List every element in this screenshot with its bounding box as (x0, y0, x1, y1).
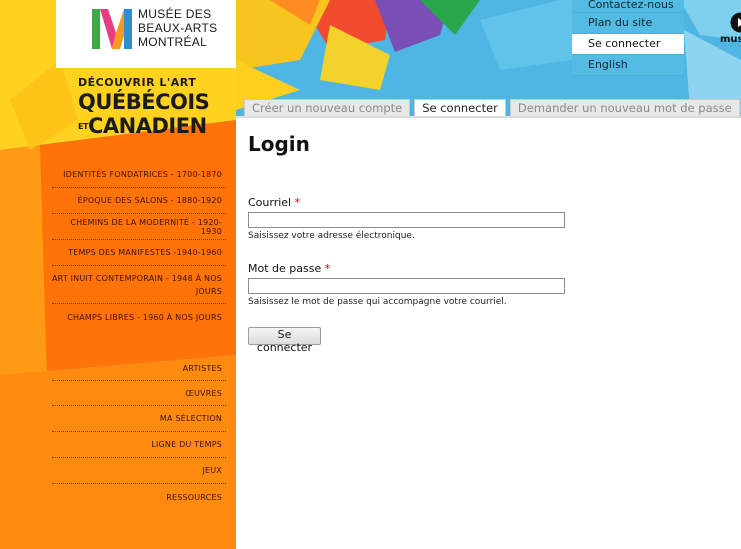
main-content: Login Courriel * Saisissez votre adresse… (236, 116, 741, 549)
tab-login[interactable]: Se connecter (414, 99, 506, 116)
email-field[interactable] (248, 212, 565, 228)
nav-item-art-inuit[interactable]: Art inuit contemporain - 1948 à nos jour… (52, 266, 226, 304)
museum-logo[interactable]: MUSÉE DES BEAUX-ARTS MONTRÉAL (56, 0, 236, 68)
tagline-line-2: QUÉBÉCOIS (78, 90, 210, 114)
nav-item-identites-fondatrices[interactable]: Identités fondatrices - 1700-1870 (52, 162, 226, 188)
partner-logo-text: mus (720, 34, 741, 45)
partner-logo[interactable]: mus (720, 12, 741, 45)
tagline-canadien: CANADIEN (88, 114, 207, 138)
museum-name: MUSÉE DES BEAUX-ARTS MONTRÉAL (138, 7, 217, 49)
site-tagline[interactable]: DÉCOUVRIR L'ART QUÉBÉCOIS ETCANADIEN (78, 76, 228, 138)
top-link-contact[interactable]: Contactez-nous (572, 0, 684, 13)
tab-create-account[interactable]: Créer un nouveau compte (244, 99, 411, 116)
nav-item-chemins-de-la-modernite[interactable]: Chemins de la modernité - 1920-1930 (52, 214, 226, 240)
required-marker: * (324, 262, 331, 275)
nav-item-label: Temps des manifestes -1940-1960 (68, 248, 222, 257)
logo-line-1: MUSÉE DES (138, 7, 212, 21)
email-help: Saisissez votre adresse électronique. (248, 231, 415, 241)
tagline-line-3: ETCANADIEN (78, 114, 228, 138)
nav-item-jeux[interactable]: Jeux (52, 458, 226, 484)
logo-line-3: MONTRÉAL (138, 35, 208, 49)
password-label-text: Mot de passe (248, 262, 322, 275)
nav-item-label: Œuvres (185, 388, 222, 398)
password-field[interactable] (248, 278, 565, 294)
nav-item-artistes[interactable]: Artistes (52, 356, 226, 381)
nav-item-label: Identités fondatrices - 1700-1870 (63, 170, 222, 179)
nav-item-ma-selection[interactable]: Ma sélection (52, 406, 226, 432)
login-button[interactable]: Se connecter (248, 327, 321, 354)
nav-item-label: Art inuit contemporain - 1948 à nos jour… (52, 273, 222, 296)
nav-item-label: Époque des Salons - 1880-1920 (77, 196, 222, 205)
email-label-text: Courriel (248, 196, 292, 209)
tab-new-password[interactable]: Demander un nouveau mot de passe (509, 99, 740, 116)
top-link-se-connecter[interactable]: Se connecter (572, 34, 684, 55)
nav-item-label: Ma sélection (159, 414, 222, 423)
tools-navigation: Artistes Œuvres Ma sélection Ligne du te… (52, 356, 226, 510)
nav-item-temps-des-manifestes[interactable]: Temps des manifestes -1940-1960 (52, 240, 226, 266)
account-tabs: Créer un nouveau compte Se connecter Dem… (244, 99, 741, 116)
top-links: Contactez-nous Plan du site Se connecter… (572, 0, 684, 76)
mbam-logo-icon (92, 9, 132, 49)
nav-item-label: Champs libres - 1960 à nos jours (67, 312, 222, 322)
sidebar: MUSÉE DES BEAUX-ARTS MONTRÉAL DÉCOUVRIR … (0, 0, 236, 549)
nav-item-ressources[interactable]: Ressources (52, 484, 226, 510)
tagline-line-1: DÉCOUVRIR L'ART (78, 76, 197, 89)
play-circle-icon (730, 12, 741, 33)
required-marker: * (294, 196, 301, 209)
tagline-et: ET (78, 122, 88, 131)
nav-item-label: Ligne du temps (151, 440, 222, 449)
nav-item-epoque-des-salons[interactable]: Époque des Salons - 1880-1920 (52, 188, 226, 214)
nav-item-label: Artistes (182, 363, 222, 373)
nav-item-champs-libres[interactable]: Champs libres - 1960 à nos jours (52, 304, 226, 330)
nav-item-label: Jeux (202, 466, 222, 475)
period-navigation: Identités fondatrices - 1700-1870 Époque… (52, 162, 226, 330)
top-link-english[interactable]: English (572, 55, 684, 76)
nav-item-label: Ressources (166, 492, 222, 502)
password-help: Saisissez le mot de passe qui accompagne… (248, 297, 507, 307)
nav-item-ligne-du-temps[interactable]: Ligne du temps (52, 432, 226, 458)
logo-line-2: BEAUX-ARTS (138, 21, 218, 35)
email-label: Courriel * (248, 196, 300, 209)
password-label: Mot de passe * (248, 262, 330, 275)
nav-item-oeuvres[interactable]: Œuvres (52, 381, 226, 406)
nav-item-label: Chemins de la modernité - 1920-1930 (70, 217, 222, 236)
page-title: Login (248, 132, 310, 156)
top-link-plan-du-site[interactable]: Plan du site (572, 13, 684, 34)
